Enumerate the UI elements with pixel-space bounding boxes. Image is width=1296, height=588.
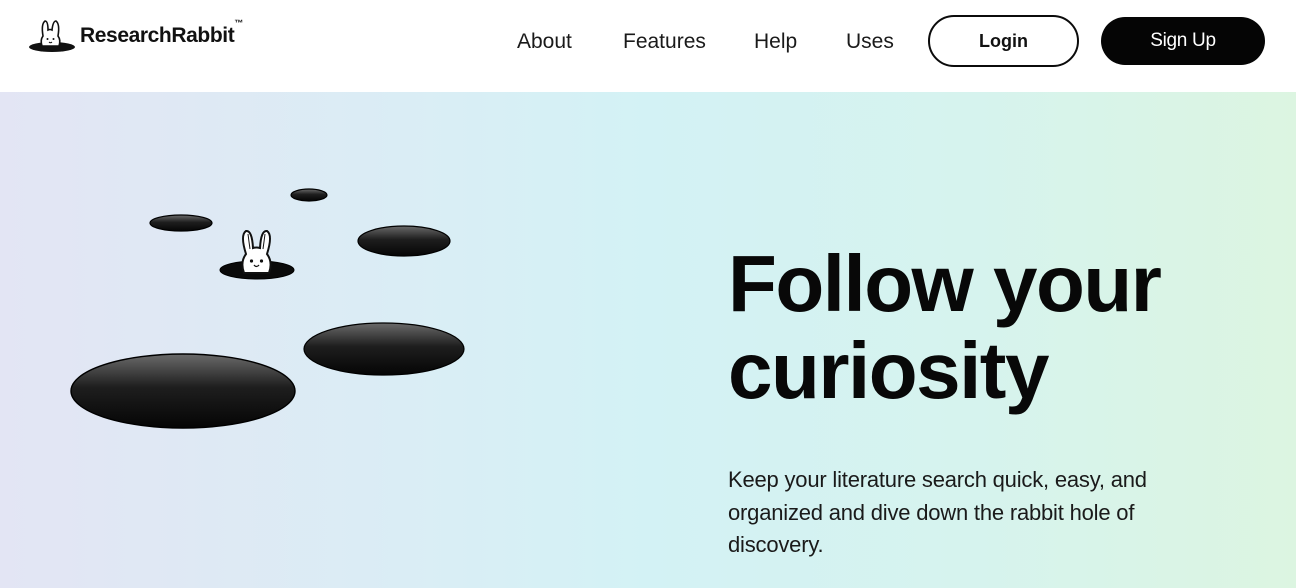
peeking-rabbit-icon — [219, 229, 295, 280]
rabbit-hole — [303, 322, 465, 376]
rabbit-hole — [149, 214, 213, 232]
hero-section: Follow your curiosity Keep your literatu… — [0, 92, 1296, 588]
nav-help-link[interactable]: Help — [754, 30, 797, 54]
hero-title: Follow your curiosity — [728, 239, 1162, 415]
site-header: ResearchRabbit™ About Features Help Uses… — [0, 0, 1296, 92]
nav-about-link[interactable]: About — [517, 30, 572, 54]
login-button[interactable]: Login — [928, 15, 1079, 67]
nav-features-link[interactable]: Features — [623, 30, 706, 54]
rabbit-hole — [290, 188, 328, 202]
hero-subtitle: Keep your literature search quick, easy,… — [728, 467, 1147, 557]
rabbit-hole — [70, 353, 296, 429]
brand-logo[interactable]: ResearchRabbit™ — [28, 18, 243, 54]
brand-name: ResearchRabbit™ — [80, 18, 243, 47]
rabbit-hole — [357, 225, 451, 257]
nav-uses-link[interactable]: Uses — [846, 30, 894, 54]
rabbit-hole-illustration — [70, 188, 465, 429]
signup-button[interactable]: Sign Up — [1101, 17, 1265, 65]
trademark-symbol: ™ — [234, 18, 243, 28]
rabbit-logo-icon — [29, 20, 75, 52]
